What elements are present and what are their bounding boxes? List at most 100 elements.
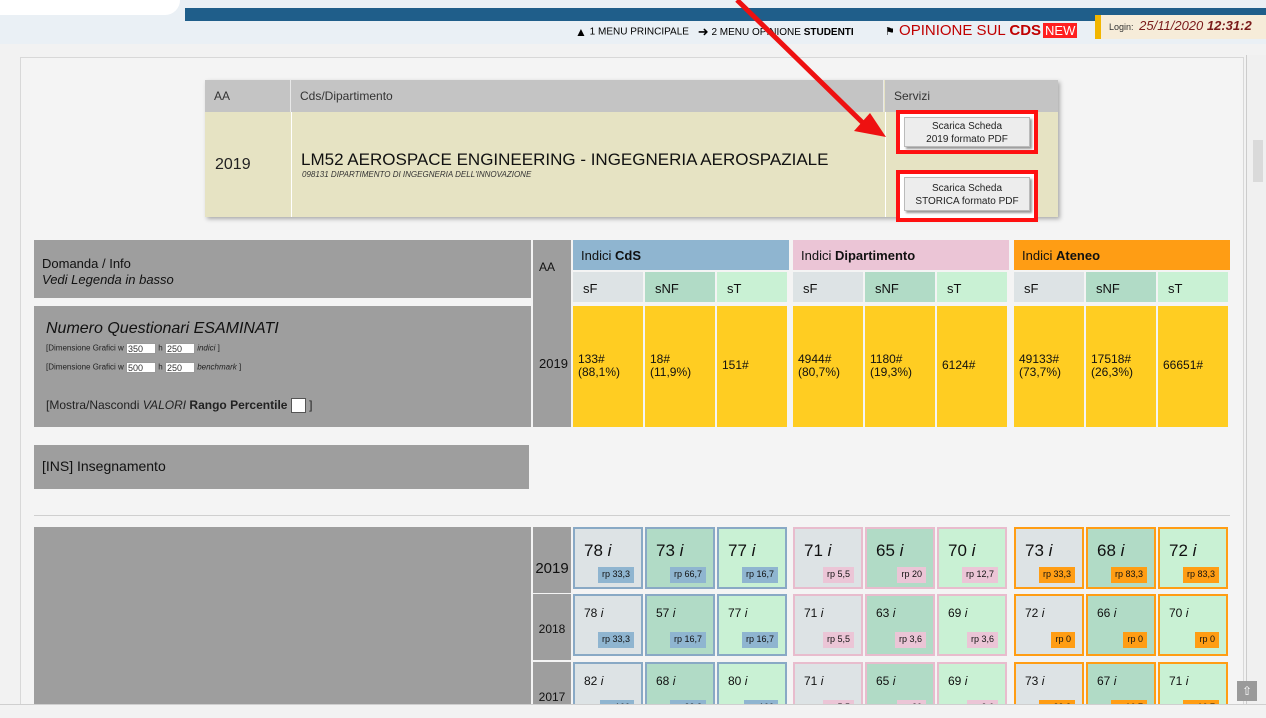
menu-opinione-link[interactable]: 2 MENU OPINIONE STUDENTI (711, 26, 854, 38)
scrollbar-thumb[interactable] (1253, 140, 1263, 182)
domanda-header: Domanda / Info Vedi Legenda in basso (34, 240, 531, 298)
score-number: 77 (728, 606, 742, 620)
row-year: 2018 (533, 594, 571, 660)
rango-percentile-checkbox[interactable] (290, 398, 306, 414)
dim-grafici-benchmark: [Dimensione Grafici w 500 h 250 benchmar… (46, 362, 242, 373)
score-value: 68 i (656, 674, 675, 688)
score-cell[interactable]: 68 i rp 83,3 (1086, 527, 1156, 589)
scarica-scheda-2019-button[interactable]: Scarica Scheda 2019 formato PDF (904, 117, 1030, 147)
menu-principale-link[interactable]: 1 MENU PRINCIPALE (590, 27, 689, 38)
score-cell[interactable]: 69 irp 3,6 (937, 662, 1007, 716)
row-year: 2019 (533, 527, 571, 593)
score-number: 67 (1097, 674, 1111, 688)
arrow-right-icon[interactable]: ➜ (698, 24, 709, 39)
dim-grafici-indici: [Dimensione Grafici w 350 h 250 indici ] (46, 343, 220, 354)
score-cell[interactable]: 66 i rp 0 (1086, 594, 1156, 656)
score-cell[interactable]: 71 irp 5,5 (793, 527, 863, 589)
score-cell[interactable]: 71 irp 5,5 (793, 594, 863, 656)
score-cell[interactable]: 78 i rp 33,3 (573, 594, 643, 656)
score-value: 71 i (804, 606, 823, 620)
aa-header: AA (533, 240, 571, 306)
score-number: 72 (1025, 606, 1039, 620)
score-cell[interactable]: 73 i rp 66,7 (645, 527, 715, 589)
dim2-height-input[interactable]: 250 (164, 362, 195, 373)
new-badge: NEW (1043, 23, 1078, 38)
score-number: 78 (584, 541, 603, 560)
indici-cds-prefix: Indici (581, 248, 612, 263)
score-cell[interactable]: 72 i rp 0 (1014, 594, 1084, 656)
dim2-width-input[interactable]: 500 (126, 362, 157, 373)
score-cell[interactable]: 71 irp 5,5 (793, 662, 863, 716)
score-suffix: i (1192, 541, 1197, 560)
score-value: 65 i (876, 541, 903, 561)
score-value: 72 i (1169, 541, 1196, 561)
score-value: 65 i (876, 674, 895, 688)
subheader-snf-dip: sNF (865, 272, 935, 302)
opinione-bold: CDS (1009, 22, 1042, 39)
numero-value-cell: 17518# (26,3%) (1086, 306, 1156, 427)
indici-dipartimento-header: Indici Dipartimento (793, 240, 1009, 270)
question-cell (34, 527, 531, 707)
score-suffix: i (892, 606, 896, 620)
col-aa-header: AA (205, 80, 291, 112)
score-cell[interactable]: 80 irp 100 (717, 662, 787, 716)
numero-value-cell: 49133# (73,7%) (1014, 306, 1084, 427)
dim1-height-input[interactable]: 250 (164, 343, 195, 354)
score-cell[interactable]: 68 irp 33,3 (645, 662, 715, 716)
score-cell[interactable]: 73 irp 33,3 (1014, 662, 1084, 716)
menu-opinione-bold: STUDENTI (803, 26, 854, 38)
numero-value-cell: 151# (717, 306, 787, 427)
score-cell[interactable]: 73 irp 33,3 (1014, 527, 1084, 589)
opinione-prefix: OPINIONE SUL (899, 22, 1006, 39)
score-suffix: i (1041, 606, 1045, 620)
scrollbar[interactable] (1246, 55, 1266, 705)
numero-value-cell: 6124# (937, 306, 1007, 427)
btn2-line2: STORICA formato PDF (915, 196, 1019, 207)
score-cell[interactable]: 72 i rp 83,3 (1158, 527, 1228, 589)
score-cell[interactable]: 63 i rp 3,6 (865, 594, 935, 656)
numero-percent: (73,7%) (1019, 365, 1062, 379)
col-servizi-header: Servizi (885, 80, 1058, 112)
score-number: 68 (1097, 541, 1116, 560)
score-suffix: i (744, 606, 748, 620)
score-value: 63 i (876, 606, 895, 620)
scroll-top-button[interactable]: ⇧ (1237, 681, 1257, 701)
score-cell[interactable]: 77 i rp 16,7 (717, 527, 787, 589)
rango-percentile-badge: rp 33,3 (597, 567, 634, 583)
score-cell[interactable]: 70 i rp 12,7 (937, 527, 1007, 589)
dim2-label: [Dimensione Grafici (46, 362, 116, 372)
bottom-bar (0, 704, 1266, 718)
domanda-label: Domanda / Info (42, 256, 131, 271)
btn1-line1: Scarica Scheda (931, 121, 1003, 132)
score-number: 77 (728, 541, 747, 560)
divider (885, 112, 886, 217)
score-cell[interactable]: 82 irp 100 (573, 662, 643, 716)
score-suffix: i (679, 541, 684, 560)
score-cell[interactable]: 57 i rp 16,7 (645, 594, 715, 656)
score-suffix: i (1048, 541, 1053, 560)
score-suffix: i (672, 606, 676, 620)
score-number: 69 (948, 606, 962, 620)
login-box: Login: 25/11/2020 12:31:2 (1095, 15, 1266, 39)
indici-ateneo-prefix: Indici (1022, 248, 1053, 263)
dim1-label: [Dimensione Grafici (46, 343, 116, 353)
score-cell[interactable]: 78 i rp 33,3 (573, 527, 643, 589)
subheader-st-ateneo: sT (1158, 272, 1228, 302)
score-value: 71 i (804, 674, 823, 688)
subheader-st-cds: sT (717, 272, 787, 302)
score-cell[interactable]: 65 irp 20 (865, 527, 935, 589)
score-number: 66 (1097, 606, 1111, 620)
score-cell[interactable]: 71 irp 16,7 (1158, 662, 1228, 716)
scarica-scheda-storica-button[interactable]: Scarica Scheda STORICA formato PDF (904, 177, 1030, 211)
score-cell[interactable]: 67 irp 16,7 (1086, 662, 1156, 716)
score-cell[interactable]: 69 irp 3,6 (937, 594, 1007, 656)
score-cell[interactable]: 65 irp 20 (865, 662, 935, 716)
score-number: 65 (876, 541, 895, 560)
score-cell[interactable]: 77 i rp 16,7 (717, 594, 787, 656)
score-suffix: i (820, 674, 824, 688)
dim1-width-input[interactable]: 350 (126, 343, 157, 354)
home-icon[interactable]: ▲ (575, 25, 587, 39)
score-value: 69 i (948, 606, 967, 620)
score-value: 70 i (948, 541, 975, 561)
score-cell[interactable]: 70 i rp 0 (1158, 594, 1228, 656)
